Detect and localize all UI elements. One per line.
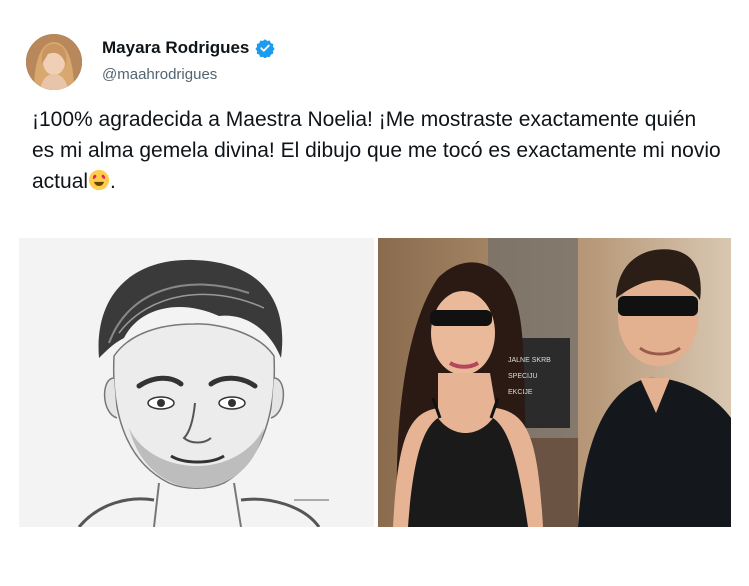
avatar-portrait [26,34,82,90]
tweet-text: ¡100% agradecida a Maestra Noelia! ¡Me m… [32,104,722,197]
sign-line: SPECIJU [508,373,538,380]
author-name-row[interactable]: Mayara Rodrigues [102,38,276,58]
sign-line: JALNE SKRB [508,357,551,364]
heart-eyes-emoji-icon [88,169,110,191]
couple-photo[interactable]: JALNE SKRB SPECIJU EKCIJE [378,238,731,527]
verified-badge-icon [255,39,276,58]
sign-line: EKCIJE [508,389,533,396]
avatar[interactable] [26,34,82,90]
tweet-end: . [110,170,116,193]
author-handle[interactable]: @maahrodrigues [102,66,217,83]
sketch-drawing [19,238,374,527]
author-name[interactable]: Mayara Rodrigues [102,38,249,58]
tweet-media[interactable]: JALNE SKRB SPECIJU EKCIJE [19,238,731,527]
tweet-body: ¡100% agradecida a Maestra Noelia! ¡Me m… [32,108,721,193]
tweet-card: Mayara Rodrigues @maahrodrigues ¡100% ag… [14,14,734,220]
pencil-sketch-image[interactable] [19,238,374,527]
couple-photo-scene: JALNE SKRB SPECIJU EKCIJE [378,238,731,527]
